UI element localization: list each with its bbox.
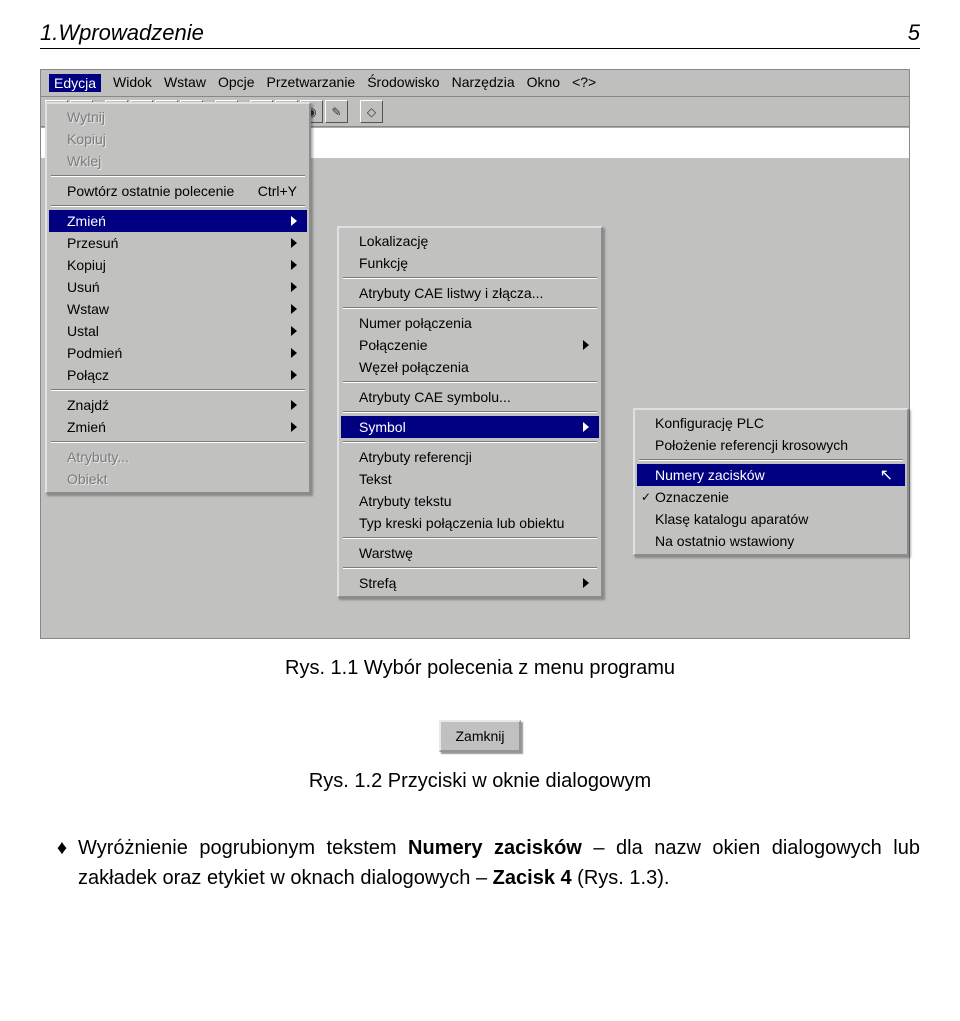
mi-klase-katalogu[interactable]: Klasę katalogu aparatów <box>637 508 905 530</box>
mi-polacz[interactable]: Połącz <box>49 364 307 386</box>
submenu-arrow-icon <box>583 578 589 588</box>
menu-wstaw[interactable]: Wstaw <box>164 74 206 92</box>
close-button[interactable]: Zamknij <box>439 720 520 752</box>
menu-opcje[interactable]: Opcje <box>218 74 255 92</box>
mi-przesun[interactable]: Przesuń <box>49 232 307 254</box>
mi-polozenie-referencji[interactable]: Położenie referencji krosowych <box>637 434 905 456</box>
cursor-icon: ↖ <box>880 465 893 485</box>
mi-wytnij[interactable]: Wytnij <box>49 106 307 128</box>
menu-widok[interactable]: Widok <box>113 74 152 92</box>
mi-usun[interactable]: Usuń <box>49 276 307 298</box>
submenu-arrow-icon <box>291 326 297 336</box>
mi-konfiguracje-plc[interactable]: Konfigurację PLC <box>637 412 905 434</box>
menu-help[interactable]: <?> <box>572 74 596 92</box>
submenu-arrow-icon <box>291 238 297 248</box>
mi-funkcje[interactable]: Funkcję <box>341 252 599 274</box>
menubar: Edycja Widok Wstaw Opcje Przetwarzanie Ś… <box>41 70 909 97</box>
mi-tekst[interactable]: Tekst <box>341 468 599 490</box>
body-paragraph: ♦ Wyróżnienie pogrubionym tekstem Numery… <box>40 833 920 893</box>
submenu-arrow-icon <box>291 260 297 270</box>
mi-kopiuj[interactable]: Kopiuj <box>49 128 307 150</box>
mi-symbol[interactable]: Symbol <box>341 416 599 438</box>
dropdown-edycja: Wytnij Kopiuj Wklej Powtórz ostatnie pol… <box>45 102 311 494</box>
mi-powtorz[interactable]: Powtórz ostatnie polecenieCtrl+Y <box>49 180 307 202</box>
mi-atrybuty[interactable]: Atrybuty... <box>49 446 307 468</box>
mi-znajdz[interactable]: Znajdź <box>49 394 307 416</box>
mi-oznaczenie[interactable]: ✓ Oznaczenie <box>637 486 905 508</box>
mi-polaczenie[interactable]: Połączenie <box>341 334 599 356</box>
button-screenshot: Zamknij <box>40 720 920 752</box>
submenu-arrow-icon <box>291 422 297 432</box>
mi-zmien2[interactable]: Zmień <box>49 416 307 438</box>
mi-atrybuty-cae-listwy[interactable]: Atrybuty CAE listwy i złącza... <box>341 282 599 304</box>
mi-zmien[interactable]: Zmień <box>49 210 307 232</box>
mi-wezel[interactable]: Węzeł połączenia <box>341 356 599 378</box>
submenu-arrow-icon <box>291 348 297 358</box>
mi-numery-zaciskow[interactable]: Numery zacisków ↖ <box>637 464 905 486</box>
page-header-title: 1.Wprowadzenie <box>40 20 204 46</box>
toolbar-icon[interactable]: ✎ <box>325 100 348 123</box>
menu-srodowisko[interactable]: Środowisko <box>367 74 439 92</box>
menu-narzedzia[interactable]: Narzędzia <box>452 74 515 92</box>
submenu-arrow-icon <box>583 422 589 432</box>
mi-atrybuty-cae-symbolu[interactable]: Atrybuty CAE symbolu... <box>341 386 599 408</box>
dropdown-zmien: Lokalizację Funkcję Atrybuty CAE listwy … <box>337 226 603 598</box>
mi-atrybuty-tekstu[interactable]: Atrybuty tekstu <box>341 490 599 512</box>
mi-wstaw[interactable]: Wstaw <box>49 298 307 320</box>
mi-kopiuj2[interactable]: Kopiuj <box>49 254 307 276</box>
menu-okno[interactable]: Okno <box>527 74 560 92</box>
mi-obiekt[interactable]: Obiekt <box>49 468 307 490</box>
mi-wklej[interactable]: Wklej <box>49 150 307 172</box>
submenu-arrow-icon <box>291 304 297 314</box>
figure-caption-1: Rys. 1.1 Wybór polecenia z menu programu <box>40 657 920 680</box>
mi-lokalizacje[interactable]: Lokalizację <box>341 230 599 252</box>
mi-strefa[interactable]: Strefą <box>341 572 599 594</box>
mi-na-ostatnio[interactable]: Na ostatnio wstawiony <box>637 530 905 552</box>
mi-numer-polaczenia[interactable]: Numer połączenia <box>341 312 599 334</box>
submenu-arrow-icon <box>583 340 589 350</box>
mi-warstwe[interactable]: Warstwę <box>341 542 599 564</box>
app-screenshot-1: Edycja Widok Wstaw Opcje Przetwarzanie Ś… <box>40 69 910 639</box>
page-number: 5 <box>908 20 920 46</box>
submenu-arrow-icon <box>291 282 297 292</box>
mi-ustal[interactable]: Ustal <box>49 320 307 342</box>
submenu-arrow-icon <box>291 216 297 226</box>
toolbar-icon[interactable]: ◇ <box>360 100 383 123</box>
submenu-arrow-icon <box>291 370 297 380</box>
mi-typ-kreski[interactable]: Typ kreski połączenia lub obiektu <box>341 512 599 534</box>
mi-podmien[interactable]: Podmień <box>49 342 307 364</box>
submenu-arrow-icon <box>291 400 297 410</box>
menu-przetwarzanie[interactable]: Przetwarzanie <box>267 74 356 92</box>
bullet-icon: ♦ <box>52 833 72 893</box>
check-icon: ✓ <box>641 490 651 504</box>
dropdown-symbol: Konfigurację PLC Położenie referencji kr… <box>633 408 909 556</box>
mi-atrybuty-referencji[interactable]: Atrybuty referencji <box>341 446 599 468</box>
figure-caption-2: Rys. 1.2 Przyciski w oknie dialogowym <box>40 770 920 793</box>
menu-edycja[interactable]: Edycja <box>49 74 101 92</box>
page-header: 1.Wprowadzenie 5 <box>40 20 920 49</box>
